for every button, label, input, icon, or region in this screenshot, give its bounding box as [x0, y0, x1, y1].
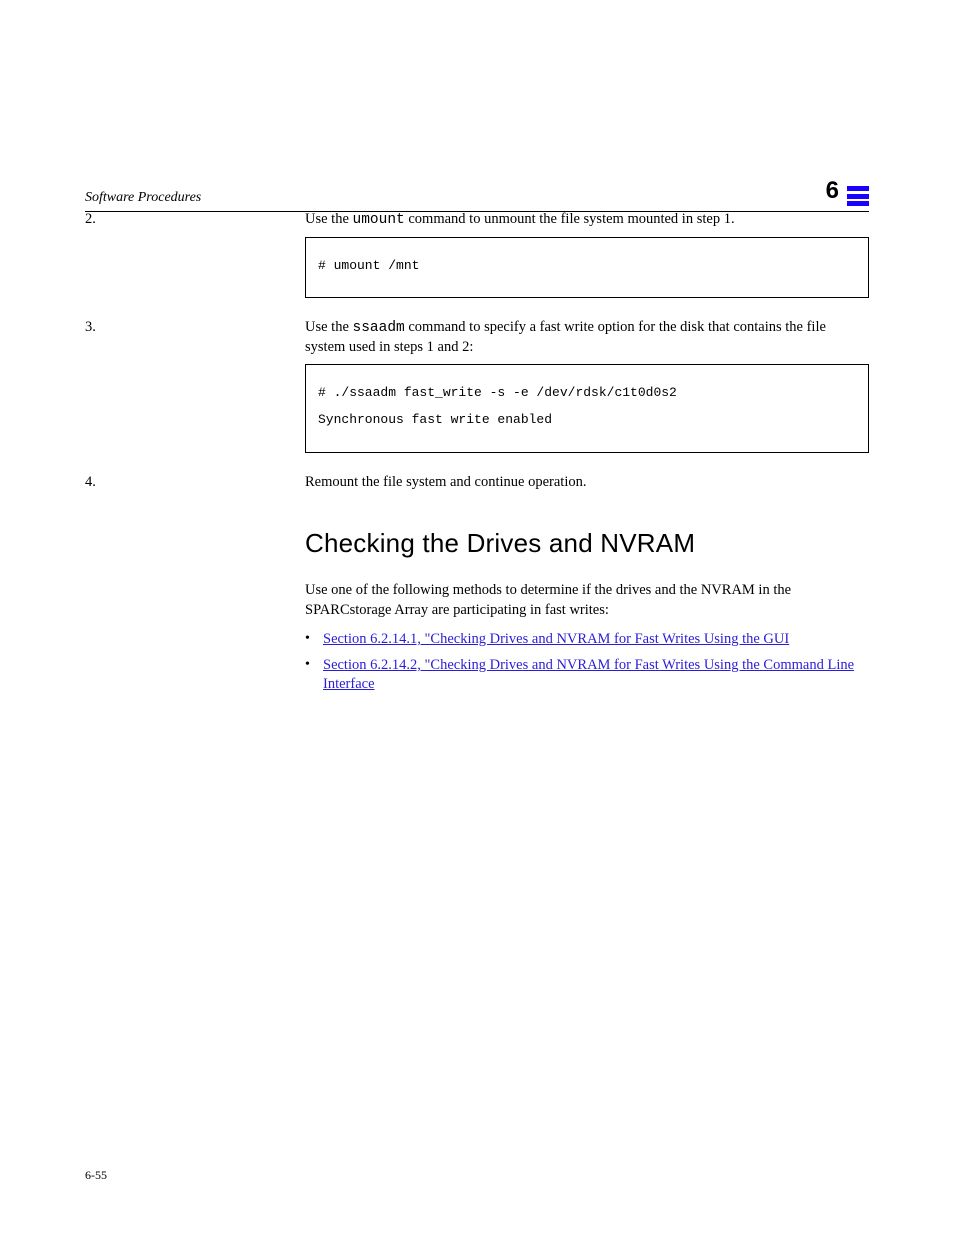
- step-3-label: 3.: [85, 319, 96, 335]
- subsection: Checking the Drives and NVRAM Use one of…: [85, 526, 869, 695]
- page-header: Software Procedures 6: [85, 175, 869, 212]
- section-number: 6: [826, 175, 839, 207]
- step-4: 4. Remount the file system and continue …: [85, 473, 869, 493]
- step-2-label: 2.: [85, 211, 96, 227]
- step-2-code: # umount /mnt: [305, 237, 869, 298]
- step-3-cmd: ssaadm: [353, 320, 405, 336]
- step-3: 3. Use the ssaadm command to specify a f…: [85, 318, 869, 459]
- page-number: 6-55: [85, 1167, 107, 1183]
- step-3-text-a: Use the: [305, 319, 353, 335]
- subsection-title: Checking the Drives and NVRAM: [305, 526, 869, 561]
- step-2-text-a: Use the: [305, 211, 353, 227]
- bullet-2: Section 6.2.14.2, "Checking Drives and N…: [305, 656, 869, 695]
- step-2: 2. Use the umount command to unmount the…: [85, 210, 869, 304]
- step-3-code: # ./ssaadm fast_write -s -e /dev/rdsk/c1…: [305, 364, 869, 453]
- hamburger-icon: [847, 186, 869, 206]
- step-4-label: 4.: [85, 474, 96, 490]
- bullet-1: Section 6.2.14.1, "Checking Drives and N…: [305, 630, 869, 650]
- bullet-1-link[interactable]: Section 6.2.14.1, "Checking Drives and N…: [323, 631, 789, 647]
- step-4-text-a: Remount the file system and continue ope…: [305, 474, 586, 490]
- bullet-2-link[interactable]: Section 6.2.14.2, "Checking Drives and N…: [323, 657, 854, 693]
- header-running-title: Software Procedures: [85, 189, 201, 208]
- subsection-para: Use one of the following methods to dete…: [305, 581, 869, 620]
- step-2-text-b: command to unmount the file system mount…: [405, 211, 735, 227]
- step-2-cmd: umount: [353, 212, 405, 228]
